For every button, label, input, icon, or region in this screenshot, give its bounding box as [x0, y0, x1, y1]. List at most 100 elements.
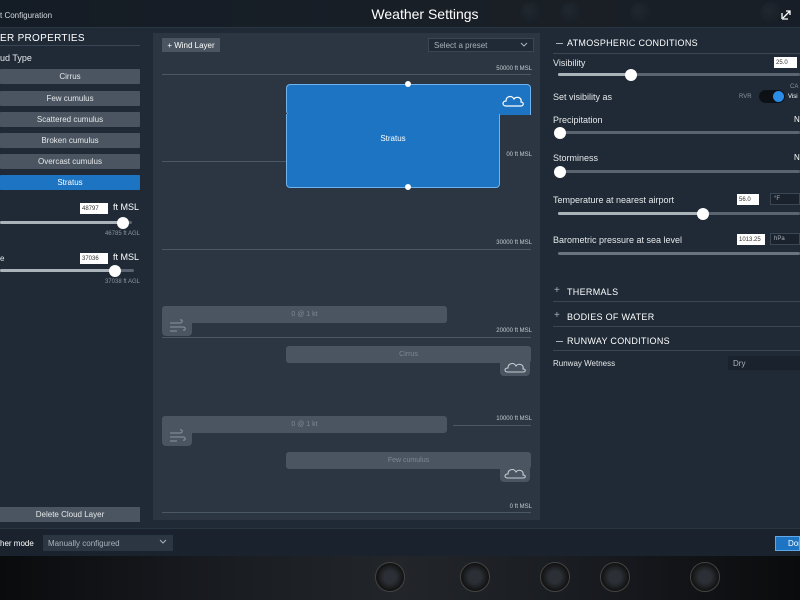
- storminess-value: N: [794, 153, 800, 162]
- slider-fill: [558, 212, 704, 215]
- temperature-label: Temperature at nearest airport: [553, 195, 675, 205]
- cockpit-gauge: [460, 562, 490, 592]
- divider: [553, 53, 800, 54]
- slider-thumb[interactable]: [624, 69, 637, 81]
- slider-thumb[interactable]: [109, 265, 122, 277]
- altitude-tick: 20000 ft MSL: [496, 328, 532, 334]
- pressure-unit-select[interactable]: hPa: [770, 233, 800, 245]
- cloud-icon: [500, 91, 530, 109]
- visibility-slider[interactable]: [558, 69, 800, 81]
- cloud-type-stratus-button[interactable]: Stratus: [0, 175, 140, 190]
- altitude-line: [162, 161, 297, 162]
- base-altitude-slider[interactable]: [0, 265, 134, 277]
- cockpit-gauge: [690, 562, 720, 592]
- cirrus-layer-tab[interactable]: [500, 358, 530, 376]
- altitude-tick: 50000 ft MSL: [496, 66, 532, 72]
- divider: [0, 45, 140, 46]
- layers-panel: + Wind Layer Select a preset 50000 ft MS…: [153, 33, 540, 520]
- wind-layer-tab[interactable]: [162, 428, 192, 446]
- runway-conditions-title[interactable]: RUNWAY CONDITIONS: [567, 336, 670, 346]
- slider-thumb[interactable]: [116, 217, 129, 229]
- rvr-option-label: RVR: [739, 94, 752, 100]
- visibility-label: Visibility: [553, 58, 586, 68]
- bottom-resize-handle[interactable]: [405, 184, 411, 190]
- cloud-type-scattered-cumulus-button[interactable]: Scattered cumulus: [0, 112, 140, 127]
- divider: [553, 326, 800, 327]
- wind-icon: [169, 319, 199, 337]
- layer-properties-title: ER PROPERTIES: [0, 33, 85, 44]
- thermals-title[interactable]: THERMALS: [567, 287, 618, 297]
- atmosphere-panel: ATMOSPHERIC CONDITIONS Visibility 25.0 C…: [545, 28, 800, 528]
- runway-wetness-label: Runway Wetness: [553, 359, 616, 368]
- cockpit-gauge: [540, 562, 570, 592]
- title-bar: t Configuration Weather Settings: [0, 0, 800, 28]
- temperature-field[interactable]: 56.0: [737, 194, 759, 205]
- stratus-cloud-layer[interactable]: [286, 84, 531, 115]
- altitude-line: [162, 337, 531, 338]
- precipitation-slider[interactable]: [554, 127, 800, 139]
- slider-fill: [0, 221, 123, 224]
- atmospheric-conditions-title[interactable]: ATMOSPHERIC CONDITIONS: [567, 38, 698, 48]
- collapse-icon[interactable]: [556, 341, 563, 342]
- cloud-type-overcast-cumulus-button[interactable]: Overcast cumulus: [0, 154, 140, 169]
- wind-layer-bar[interactable]: 0 @ 1 kt: [162, 416, 447, 433]
- cockpit-gauge: [600, 562, 630, 592]
- done-button[interactable]: Done: [775, 536, 800, 551]
- chevron-down-icon: [158, 537, 168, 549]
- expand-icon[interactable]: [780, 9, 794, 21]
- top-altitude-slider[interactable]: [0, 217, 132, 229]
- visibility-mode-toggle[interactable]: [759, 90, 785, 103]
- precipitation-label: Precipitation: [553, 115, 603, 125]
- top-altitude-field[interactable]: 48797: [80, 203, 108, 214]
- plus-icon[interactable]: +: [554, 310, 560, 321]
- add-wind-layer-button[interactable]: + Wind Layer: [162, 38, 220, 52]
- storminess-slider[interactable]: [554, 166, 800, 178]
- top-resize-handle[interactable]: [405, 81, 411, 87]
- wind-layer-bar[interactable]: 0 @ 1 kt: [162, 306, 447, 323]
- few-cumulus-layer-tab[interactable]: [500, 464, 530, 482]
- preset-placeholder: Select a preset: [434, 40, 488, 50]
- pressure-slider[interactable]: [558, 252, 800, 255]
- altitude-tick: 0 ft MSL: [509, 504, 532, 510]
- base-altitude-agl: 37038 ft AGL: [104, 279, 140, 285]
- footer-bar: her mode Manually configured Done: [0, 528, 800, 556]
- cockpit-gauge: [375, 562, 405, 592]
- precipitation-value: N: [794, 115, 800, 124]
- top-altitude-agl: 46785 ft AGL: [104, 231, 140, 237]
- cloud-type-broken-cumulus-button[interactable]: Broken cumulus: [0, 133, 140, 148]
- runway-wetness-select[interactable]: Dry: [728, 356, 800, 370]
- storminess-label: Storminess: [553, 153, 599, 163]
- cirrus-cloud-layer[interactable]: Cirrus: [286, 346, 531, 363]
- wind-layer-tab[interactable]: [162, 318, 192, 336]
- temperature-unit-select[interactable]: °F: [770, 193, 800, 205]
- cloud-type-cirrus-button[interactable]: Cirrus: [0, 69, 140, 84]
- slider-thumb[interactable]: [554, 166, 566, 178]
- cloud-type-few-cumulus-button[interactable]: Few cumulus: [0, 91, 140, 106]
- slider-thumb[interactable]: [554, 127, 566, 139]
- base-altitude-field[interactable]: 37036: [80, 253, 108, 264]
- chevron-down-icon: [519, 40, 529, 52]
- stratus-layer-label: Stratus: [380, 134, 406, 143]
- pressure-field[interactable]: 1013.25: [737, 234, 765, 245]
- slider-thumb[interactable]: [697, 208, 710, 220]
- altitude-line: [162, 249, 531, 250]
- temperature-slider[interactable]: [558, 208, 800, 220]
- few-cumulus-cloud-layer[interactable]: Few cumulus: [286, 452, 531, 469]
- plus-icon[interactable]: +: [554, 285, 560, 296]
- cloud-icon: [503, 465, 533, 483]
- altitude-line: [453, 425, 531, 426]
- weather-mode-label: her mode: [0, 539, 34, 548]
- cloud-type-label: ud Type: [0, 53, 32, 63]
- visibility-unit: CA: [790, 84, 799, 90]
- visibility-field[interactable]: 25.0: [774, 57, 797, 68]
- slider-fill: [558, 73, 631, 76]
- collapse-icon[interactable]: [556, 43, 563, 44]
- stratus-cloud-layer-body[interactable]: Stratus: [286, 114, 500, 188]
- bodies-of-water-title[interactable]: BODIES OF WATER: [567, 312, 655, 322]
- weather-mode-select[interactable]: Manually configured: [43, 535, 173, 551]
- delete-cloud-layer-button[interactable]: Delete Cloud Layer: [0, 507, 140, 522]
- slider-fill: [0, 269, 116, 272]
- weather-mode-value: Manually configured: [48, 538, 120, 548]
- cloud-icon: [503, 359, 533, 377]
- preset-select[interactable]: Select a preset: [428, 38, 534, 52]
